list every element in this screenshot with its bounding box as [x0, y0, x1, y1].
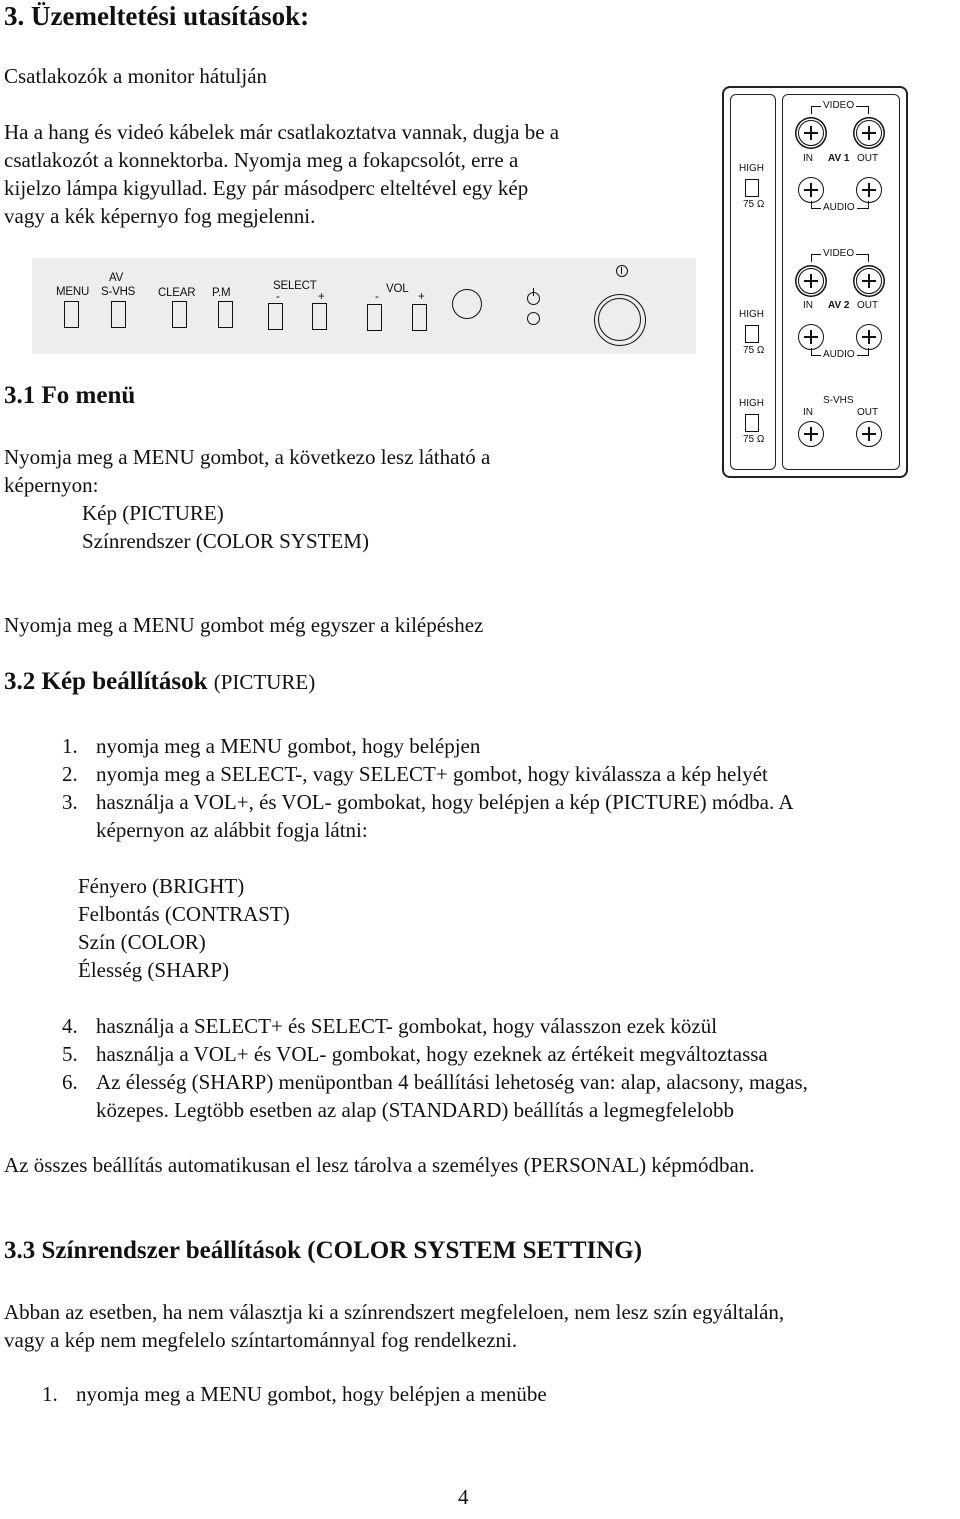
svhs-out-jack[interactable]	[856, 421, 882, 447]
av1-out-label: OUT	[857, 153, 879, 164]
vol-plus-button-drawing	[412, 304, 427, 331]
av1-audio-in-jack[interactable]	[798, 177, 824, 203]
exit-note: Nyomja meg a MENU gombot még egyszer a k…	[4, 613, 484, 637]
list-item: 1. nyomja meg a MENU gombot, hogy belépje…	[42, 1382, 547, 1406]
svhs-in-jack[interactable]	[798, 421, 824, 447]
picture-item-color: Szín (COLOR)	[78, 930, 206, 954]
rear-panel-jack-area: VIDEO IN AV 1 OUT AUDIO VIDEO IN AV 2 OU…	[782, 94, 900, 470]
av2-out-label: OUT	[857, 300, 879, 311]
av2-audio-label: AUDIO	[821, 349, 857, 360]
av1-audio-out-jack[interactable]	[856, 177, 882, 203]
section-3-2-title: 3.2 Kép beállítások (PICTURE)	[4, 668, 315, 696]
select-plus-label: +	[318, 291, 325, 303]
power-led-icon	[527, 312, 540, 325]
picture-item-sharp: Élesség (SHARP)	[78, 958, 230, 982]
av2-impedance-switch[interactable]	[745, 325, 759, 343]
av2-switch-high-label: HIGH	[739, 309, 764, 320]
svhs-label: S-VHS	[823, 395, 854, 406]
svhs-impedance-switch[interactable]	[745, 414, 759, 432]
av1-video-in-jack[interactable]	[798, 120, 824, 146]
av-label: AV	[109, 272, 124, 284]
menu-label: MENU	[56, 286, 90, 298]
svhs-switch-75-label: 75 Ω	[743, 434, 765, 445]
list-item: 4. használja a SELECT+ és SELECT- gomboka…	[62, 1014, 718, 1038]
rear-panel-switch-column: HIGH 75 Ω HIGH 75 Ω HIGH 75 Ω	[730, 94, 776, 470]
intro-paragraph: Ha a hang és videó kábelek már csatlakoz…	[4, 118, 559, 230]
select-minus-label: -	[276, 291, 280, 303]
list-item: 2. nyomja meg a SELECT-, vagy SELECT+ gom…	[62, 762, 768, 786]
av1-impedance-switch[interactable]	[745, 179, 759, 197]
section-3-3-title: 3.3 Színrendszer beállítások (COLOR SYST…	[4, 1237, 643, 1264]
av2-video-in-jack[interactable]	[798, 268, 824, 294]
power-button-icon	[594, 294, 646, 346]
body-line: képernyon:	[4, 473, 99, 497]
av1-video-out-jack[interactable]	[856, 120, 882, 146]
av-button-drawing	[111, 301, 126, 328]
section-3-1-body: Nyomja meg a MENU gombot, a következo le…	[4, 443, 490, 555]
menu-button-drawing	[64, 301, 79, 328]
svhs-label: S-VHS	[101, 286, 136, 298]
select-plus-button-drawing	[312, 303, 327, 330]
section-3-2-title-plain: (PICTURE)	[213, 670, 316, 694]
connectors-label: Csatlakozók a monitor hátulján	[4, 64, 268, 88]
front-panel-figure: MENU AV S-VHS CLEAR P.M SELECT - + VOL -…	[32, 258, 696, 354]
svhs-switch-high-label: HIGH	[739, 398, 764, 409]
vol-minus-label: -	[375, 291, 379, 303]
body-line: Nyomja meg a MENU gombot, a következo le…	[4, 445, 491, 469]
clear-button-drawing	[172, 301, 187, 328]
av1-switch-high-label: HIGH	[739, 163, 764, 174]
menu-item-picture: Kép (PICTURE)	[82, 501, 224, 525]
power-symbol-icon	[616, 265, 628, 277]
section-3-2-title-bold: 3.2 Kép beállítások	[4, 668, 208, 695]
vol-minus-button-drawing	[367, 304, 382, 331]
remote-sensor-icon	[452, 289, 482, 319]
standby-indicator-icon	[527, 288, 540, 305]
intro-line: kijelzo lámpa kigyullad. Egy pár másodpe…	[4, 176, 529, 200]
list-item: 5. használja a VOL+ és VOL- gombokat, hog…	[62, 1042, 768, 1066]
av2-audio-in-jack[interactable]	[798, 324, 824, 350]
list-item: 6. Az élesség (SHARP) menüpontban 4 beáll…	[62, 1070, 808, 1122]
personal-mode-note: Az összes beállítás automatikusan el les…	[4, 1153, 755, 1177]
av2-switch-75-label: 75 Ω	[743, 345, 765, 356]
av2-in-label: IN	[803, 300, 813, 311]
section-3-1-title: 3.1 Fo menü	[4, 382, 136, 409]
svhs-out-label: OUT	[857, 407, 879, 418]
intro-line: vagy a kék képernyo fog megjelenni.	[4, 204, 316, 228]
av2-video-out-jack[interactable]	[856, 268, 882, 294]
color-system-steps-list: 1. nyomja meg a MENU gombot, hogy belépje…	[0, 1380, 547, 1408]
picture-steps-list-a: 1. nyomja meg a MENU gombot, hogy belépje…	[0, 732, 794, 844]
vol-plus-label: +	[418, 291, 425, 303]
av1-in-label: IN	[803, 153, 813, 164]
clear-label: CLEAR	[158, 287, 196, 299]
picture-item-bright: Fényero (BRIGHT)	[78, 874, 245, 898]
av1-video-label: VIDEO	[821, 100, 857, 111]
select-minus-button-drawing	[268, 303, 283, 330]
pm-label: P.M	[212, 287, 231, 299]
menu-item-color-system: Színrendszer (COLOR SYSTEM)	[82, 529, 369, 553]
av1-name-label: AV 1	[828, 153, 850, 164]
vol-label: VOL	[386, 283, 409, 295]
svhs-in-label: IN	[803, 407, 813, 418]
page-heading: 3. Üzemeltetési utasítások:	[4, 1, 310, 31]
av1-switch-75-label: 75 Ω	[743, 199, 765, 210]
section-3-3-body: Abban az esetben, ha nem választja ki a …	[4, 1298, 784, 1354]
body-line: vagy a kép nem megfelelo színtartománnya…	[4, 1328, 518, 1352]
av1-audio-label: AUDIO	[821, 202, 857, 213]
av2-audio-out-jack[interactable]	[856, 324, 882, 350]
list-item: 3. használja a VOL+, és VOL- gombokat, ho…	[62, 790, 794, 842]
av2-name-label: AV 2	[828, 300, 850, 311]
av2-video-label: VIDEO	[821, 248, 857, 259]
picture-item-contrast: Felbontás (CONTRAST)	[78, 902, 290, 926]
picture-items: Fényero (BRIGHT) Felbontás (CONTRAST) Sz…	[78, 872, 290, 984]
pm-button-drawing	[218, 301, 233, 328]
intro-line: csatlakozót a konnektorba. Nyomja meg a …	[4, 148, 519, 172]
rear-panel-figure: HIGH 75 Ω HIGH 75 Ω HIGH 75 Ω VIDEO IN A…	[722, 86, 908, 478]
body-line: Abban az esetben, ha nem választja ki a …	[4, 1300, 785, 1324]
intro-line: Ha a hang és videó kábelek már csatlakoz…	[4, 120, 560, 144]
picture-steps-list-b: 4. használja a SELECT+ és SELECT- gomboka…	[0, 1012, 808, 1124]
list-item: 1. nyomja meg a MENU gombot, hogy belépje…	[62, 734, 481, 758]
page-number: 4	[458, 1485, 469, 1509]
